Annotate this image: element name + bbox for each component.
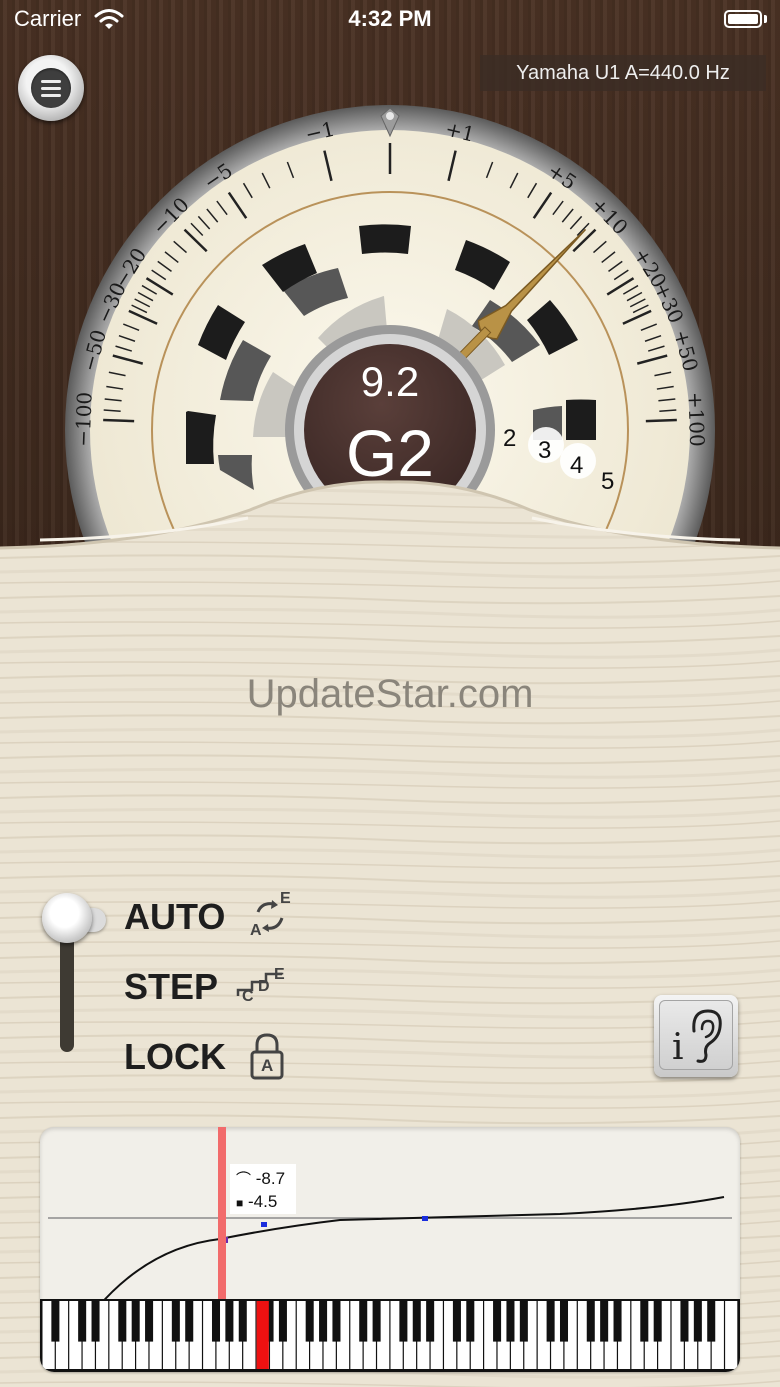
dial-scale-label: +100 (683, 391, 709, 447)
cents-readout: 9.2 (360, 358, 420, 405)
black-key (452, 1301, 461, 1342)
black-key (707, 1301, 716, 1342)
black-key (319, 1301, 328, 1342)
black-key (359, 1301, 368, 1342)
current-note-key (256, 1301, 269, 1369)
black-key (640, 1301, 649, 1342)
partial-2[interactable]: 2 (503, 425, 516, 453)
dial-tick (103, 418, 135, 423)
black-key (51, 1301, 60, 1342)
black-key (145, 1301, 154, 1342)
black-key (225, 1301, 234, 1342)
black-key (278, 1301, 287, 1342)
dial-tick (645, 418, 677, 423)
black-key (131, 1301, 140, 1342)
black-key (332, 1301, 341, 1342)
black-key (653, 1301, 662, 1342)
black-key (399, 1301, 408, 1342)
mode-lock[interactable]: LOCK (124, 1036, 226, 1078)
black-key (118, 1301, 127, 1342)
watermark-text: UpdateStar.com (246, 672, 534, 716)
legend-curve-row: ⌒ -8.7 (236, 1168, 285, 1189)
tuning-curve-panel[interactable] (40, 1127, 740, 1372)
tuning-curve (97, 1196, 725, 1308)
lock-icon: A (248, 1032, 286, 1080)
legend-point-row: ■ -4.5 (236, 1192, 277, 1212)
black-key (305, 1301, 314, 1342)
black-key (466, 1301, 475, 1342)
black-key (600, 1301, 609, 1342)
black-key (171, 1301, 180, 1342)
step-stairs-icon: C D E (236, 964, 290, 1010)
black-key (412, 1301, 421, 1342)
black-key (78, 1301, 87, 1342)
dial-scale-label: −100 (71, 391, 97, 447)
black-key (559, 1301, 569, 1342)
black-key (372, 1301, 381, 1342)
black-key (211, 1301, 221, 1342)
auto-cycle-icon: E A (250, 890, 291, 939)
curve-point (422, 1216, 428, 1221)
ear-icon: i (659, 1000, 733, 1070)
black-key (426, 1301, 435, 1342)
point-legend-icon: ■ (236, 1196, 244, 1210)
piano-keys[interactable] (40, 1299, 740, 1372)
piano-keyboard[interactable] (40, 1299, 740, 1372)
legend-point-value: -4.5 (247, 1192, 278, 1211)
black-key (613, 1301, 622, 1342)
graph-legend: ⌒ -8.7 ■ -4.5 (230, 1164, 296, 1214)
black-key (680, 1301, 689, 1342)
curve-legend-icon: ⌒ (236, 1171, 252, 1188)
black-key (506, 1301, 515, 1342)
black-key (493, 1301, 502, 1342)
black-key (519, 1301, 528, 1342)
partial-3[interactable]: 3 (538, 437, 551, 465)
white-key (725, 1301, 738, 1369)
mode-auto[interactable]: AUTO (124, 896, 225, 938)
mode-slider-knob[interactable] (42, 893, 92, 943)
mode-slider-track[interactable] (60, 930, 74, 1052)
curve-point (261, 1222, 267, 1227)
black-key (546, 1301, 555, 1342)
black-key (693, 1301, 702, 1342)
black-key (238, 1301, 247, 1342)
partial-4[interactable]: 4 (570, 452, 583, 480)
mode-step[interactable]: STEP (124, 966, 218, 1008)
black-key (185, 1301, 194, 1342)
legend-curve-value: -8.7 (255, 1169, 286, 1188)
partial-5[interactable]: 5 (601, 468, 614, 496)
listen-info-button[interactable]: i (654, 995, 738, 1077)
black-key (586, 1301, 595, 1342)
black-key (91, 1301, 100, 1342)
